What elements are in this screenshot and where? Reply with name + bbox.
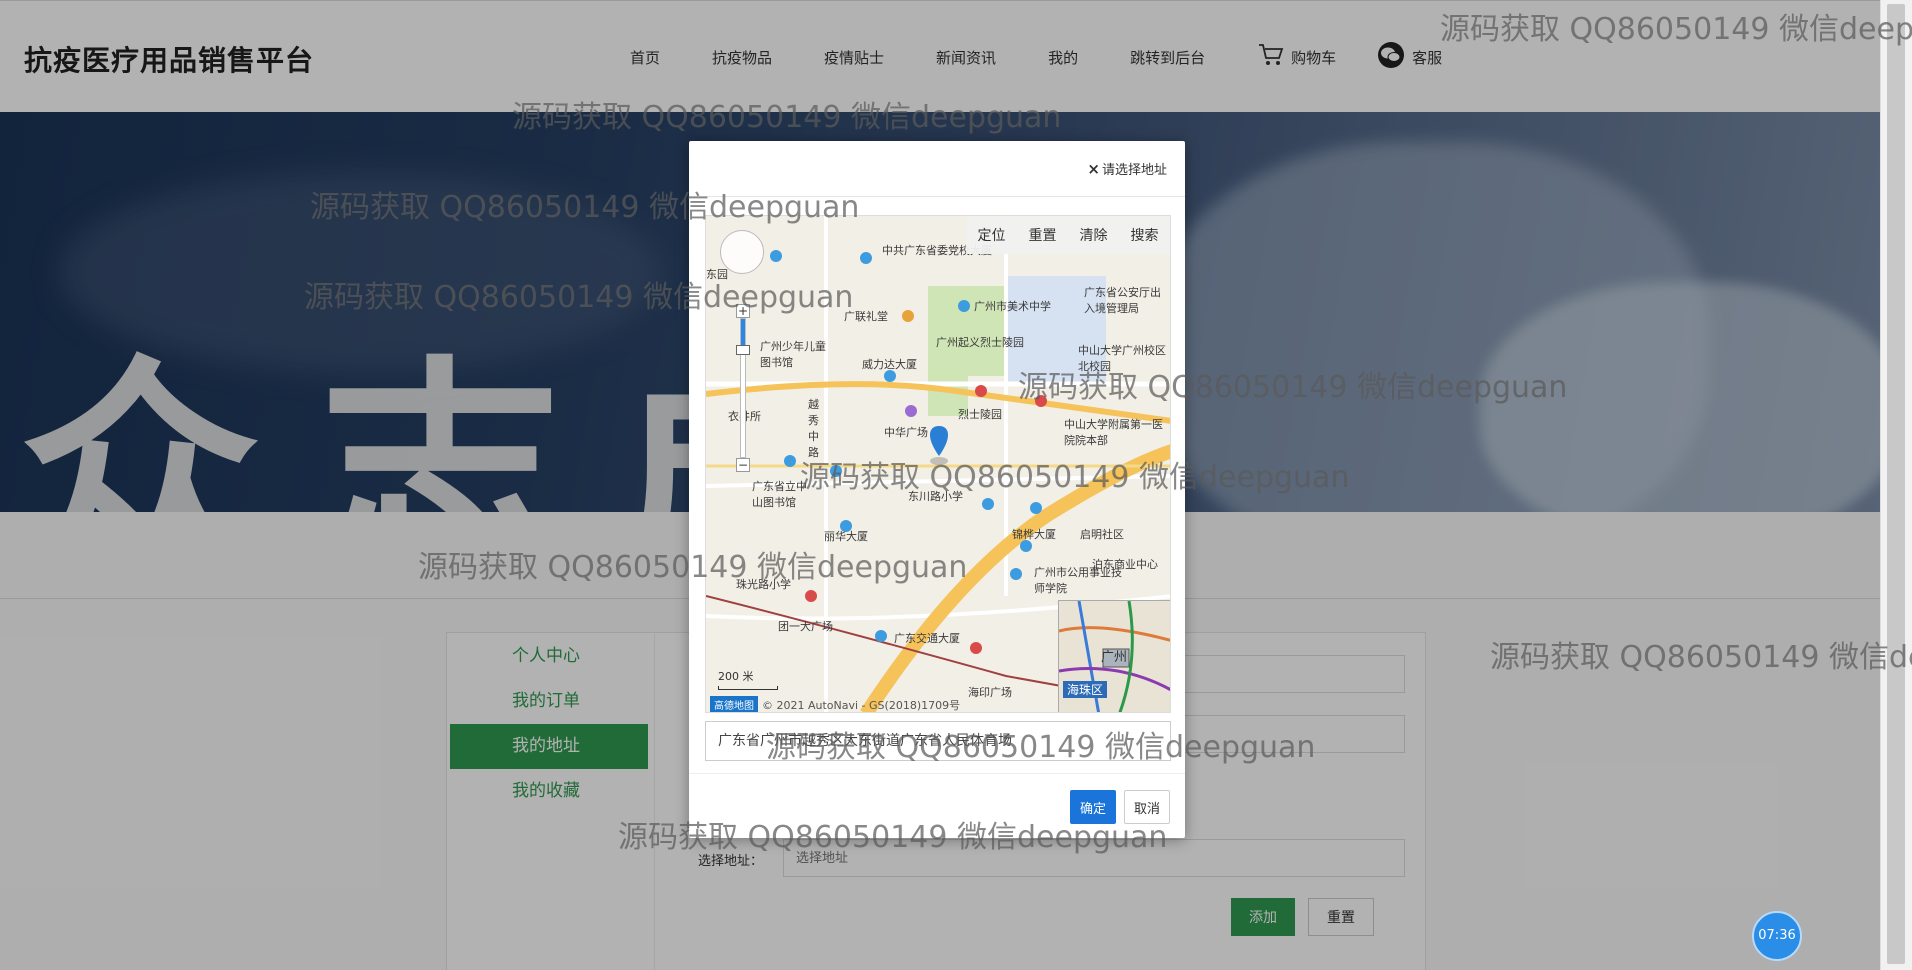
confirm-button[interactable]: 确定 xyxy=(1070,790,1116,824)
map-label: 广联礼堂 xyxy=(844,310,888,323)
map-label: 海印广场 xyxy=(968,686,1012,699)
amap-logo: 高德地图 xyxy=(710,696,758,712)
zoom-handle[interactable] xyxy=(736,345,750,355)
map-label: 烈士陵园 xyxy=(958,408,1002,421)
scale-label: 200 米 xyxy=(718,670,754,683)
copyright-text: © 2021 AutoNavi - GS(2018)1709号 xyxy=(762,698,961,712)
map-search-button[interactable]: 搜索 xyxy=(1131,225,1159,245)
close-icon[interactable]: × xyxy=(1087,160,1100,178)
dialog-header: × 请选择地址 xyxy=(689,141,1185,197)
map-label: 广东交通大厦 xyxy=(894,632,960,645)
map-label: 中山大学附属第一医院院本部 xyxy=(1064,418,1163,447)
map-label: 中山大学广州校区北校园 xyxy=(1078,344,1166,373)
map-label: 团一大广场 xyxy=(778,620,833,633)
map-label: 中华广场 xyxy=(884,426,928,439)
map-label: 丽华大厦 xyxy=(824,530,868,543)
selected-address-field[interactable]: 广东省广州市越秀区大东街道广东省人民体育场 xyxy=(705,721,1171,761)
minimap-district: 海珠区 xyxy=(1063,681,1108,698)
map-toolbar: 定位 重置 清除 搜索 xyxy=(966,216,1170,254)
map-label: 广州起义烈士陵园 xyxy=(936,336,1024,349)
recording-timer[interactable]: 07:36 xyxy=(1752,911,1802,961)
map-label: 珠光路小学 xyxy=(736,578,791,591)
map-label: 东园 xyxy=(706,268,728,281)
minimap-city: 广州 xyxy=(1101,650,1128,665)
zoom-slider[interactable] xyxy=(736,318,750,458)
map-label: 广州少年儿童图书馆 xyxy=(760,340,826,369)
map-label: 广东省立中山图书馆 xyxy=(752,480,807,509)
map-canvas[interactable]: 中共广东省委党校大厦 广州市美术中学 广东省公安厅出入境管理局 广联礼堂 广州少… xyxy=(705,215,1171,713)
map-label: 越秀中路 xyxy=(808,398,819,459)
map-label: 锦桦大厦 xyxy=(1012,528,1056,541)
map-label: 广州市美术中学 xyxy=(974,300,1051,313)
address-picker-dialog: × 请选择地址 中共广东省委党校大厦 广州市美术中学 广东省公安厅出入境管理局 … xyxy=(689,141,1185,838)
map-overview[interactable]: 广州 海珠区 xyxy=(1058,600,1170,712)
map-label: 威力达大厦 xyxy=(862,358,917,371)
map-clear-button[interactable]: 清除 xyxy=(1080,225,1108,245)
map-label: 东川路小学 xyxy=(908,490,963,503)
dialog-close[interactable]: × 请选择地址 xyxy=(1087,159,1167,179)
map-label: 启明社区 xyxy=(1080,528,1124,541)
map-label: 广东省公安厅出入境管理局 xyxy=(1084,286,1161,315)
map-zoom-control[interactable]: + − xyxy=(736,304,750,474)
dialog-title: 请选择地址 xyxy=(1101,163,1167,178)
map-pan-control[interactable] xyxy=(720,230,764,274)
map-copyright: 高德地图 © 2021 AutoNavi - GS(2018)1709号 xyxy=(710,696,961,712)
cancel-button[interactable]: 取消 xyxy=(1124,790,1170,824)
map-reset-button[interactable]: 重置 xyxy=(1029,225,1057,245)
map-scale: 200 米 xyxy=(718,668,778,690)
map-locate-button[interactable]: 定位 xyxy=(978,225,1006,245)
map-label: 泊东商业中心 xyxy=(1092,558,1158,571)
zoom-in-button[interactable]: + xyxy=(736,304,750,318)
zoom-out-button[interactable]: − xyxy=(736,458,750,472)
scrollbar-thumb[interactable] xyxy=(1887,4,1905,964)
